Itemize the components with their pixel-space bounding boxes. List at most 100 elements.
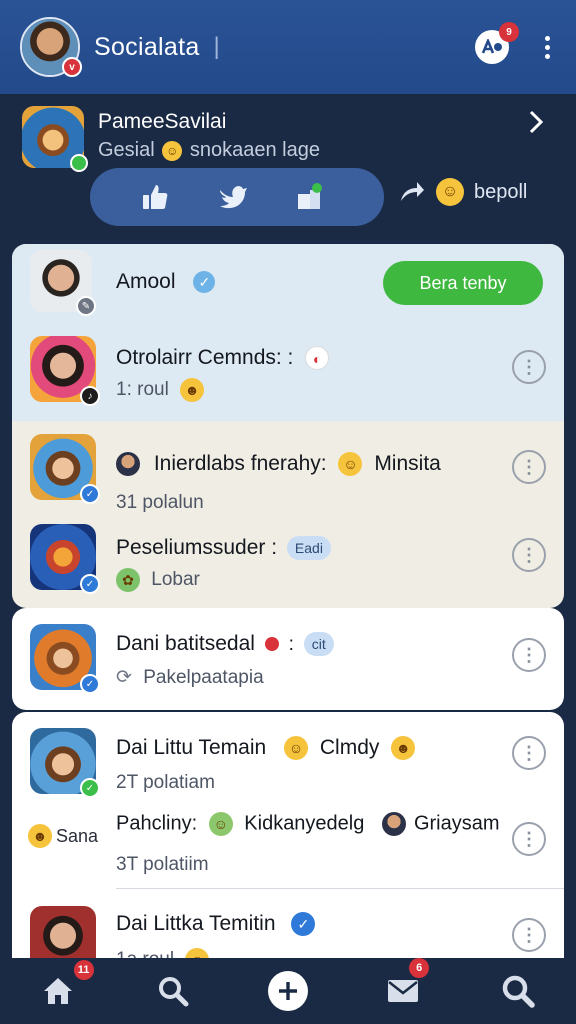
item-title-text: Dai Littu Temain [116, 736, 267, 759]
item-subtitle: 3T polatiim [116, 854, 209, 875]
item-title-text-b: Kidkanyedelg [244, 812, 365, 835]
item-title: Dai Littka Temitin ✓ [116, 912, 321, 937]
smile-emoji-icon: ☺ [284, 736, 309, 761]
more-options-icon[interactable] [539, 32, 556, 63]
user-avatar[interactable]: ✓ [30, 624, 100, 694]
item-subtitle: ⟳ Pakelpaatapia [116, 666, 264, 689]
bottom-navigation: 11 6 [0, 958, 576, 1024]
item-title: Dani batitsedal : cit [116, 632, 334, 657]
nav-home[interactable]: 11 [28, 960, 94, 1016]
profile-avatar[interactable]: v [20, 17, 82, 77]
smile-emoji-icon: ☺ [162, 140, 183, 161]
card-header-name: Amool ✓ [116, 270, 221, 294]
item-subtitle: 31 polalun [116, 492, 204, 513]
search-icon [157, 975, 189, 1007]
more-options-button[interactable]: ⋮ [512, 538, 546, 572]
user-avatar[interactable]: ✓ [30, 434, 100, 504]
reaction-extra-label: bepoll [474, 180, 528, 203]
top-app-bar: v Socialata | 9 [0, 0, 576, 94]
tag-chip[interactable]: Eadi [286, 536, 331, 561]
search-icon [501, 974, 536, 1008]
item-subtitle: 2T polatiam [116, 772, 215, 793]
more-options-button[interactable]: ⋮ [512, 736, 546, 770]
item-title: Pahcliny: ☺ Kidkanyedelg Griaysam [116, 812, 500, 836]
user-avatar[interactable] [30, 906, 96, 962]
record-icon: ◐ [305, 346, 330, 371]
list-item[interactable]: ♪ Otrolairr Cemnds: : ◐ 1: roul ☻ ⋮ [12, 332, 564, 418]
mini-avatar [116, 452, 140, 477]
more-options-button[interactable]: ⋮ [512, 350, 546, 384]
featured-subtitle-a: Gesial [98, 139, 155, 161]
item-sub-text: Lobar [151, 569, 200, 591]
item-subtitle: 1: roul ☻ [116, 378, 210, 402]
title-caret: | [213, 33, 220, 60]
user-avatar[interactable]: ✓ [30, 728, 100, 798]
nav-search[interactable] [143, 966, 203, 1016]
more-options-button[interactable]: ⋮ [512, 822, 546, 856]
red-dot-icon [264, 637, 279, 652]
list-item[interactable]: ✓ Dani batitsedal : cit ⟳ Pakelpaatapia … [12, 608, 564, 710]
add-icon [267, 971, 308, 1011]
thumbs-up-icon[interactable] [140, 182, 180, 212]
wink-emoji-icon: ☻ [391, 736, 416, 761]
verified-badge-icon: ✓ [80, 574, 100, 594]
featured-name: PameeSavilai [98, 110, 227, 133]
laughing-emoji-icon: ☻ [180, 378, 205, 402]
app-title: Socialata [94, 32, 200, 61]
header-name-text: Amool [116, 270, 176, 293]
home-icon [42, 976, 74, 1006]
more-options-button[interactable]: ⋮ [512, 918, 546, 952]
list-item[interactable]: ☻ Sana Pahcliny: ☺ Kidkanyedelg Griaysam… [12, 802, 564, 888]
user-avatar[interactable]: ♪ [30, 336, 100, 406]
side-label: ☻ Sana [28, 824, 98, 848]
messages-badge: 6 [409, 958, 430, 978]
featured-game-avatar[interactable] [22, 106, 88, 172]
mail-icon [386, 978, 420, 1004]
item-title-text-b: Clmdy [319, 736, 380, 759]
laughing-emoji-icon: ☻ [28, 824, 52, 848]
verified-icon: ✓ [193, 271, 216, 294]
nav-messages[interactable]: 6 [373, 958, 433, 1016]
nav-explore[interactable] [488, 966, 548, 1016]
divider [116, 888, 564, 889]
edit-badge-icon: ✎ [76, 296, 96, 316]
list-item[interactable]: ✓ Inierdlabs fnerahy: ☺ Minsita 31 polal… [12, 432, 564, 518]
music-badge-icon: ♪ [80, 386, 100, 406]
grin-emoji-icon: ☺ [208, 812, 233, 836]
nav-create[interactable] [258, 966, 318, 1016]
item-title: Peseliumssuder : Eadi [116, 536, 331, 561]
item-title: Dai Littu Temain ☺ Clmdy ☻ [116, 736, 421, 761]
item-title-text: Otrolairr Cemnds: : [116, 346, 294, 369]
list-item[interactable]: ✓ Peseliumssuder : Eadi ✿ Lobar ⋮ [12, 520, 564, 606]
more-options-button[interactable]: ⋮ [512, 638, 546, 672]
feed-card-secondary: ✓ Dani batitsedal : cit ⟳ Pakelpaatapia … [12, 608, 564, 710]
notification-count-badge: 9 [499, 22, 519, 42]
item-title-text: Dani batitsedal [116, 632, 255, 655]
smile-emoji-icon: ☺ [436, 178, 464, 206]
side-label-text: Sana [56, 825, 99, 846]
item-title-text: Dai Littka Temitin [116, 912, 276, 935]
feed-card-primary: ✎ Amool ✓ Bera tenby ♪ Otrolairr Cemnds:… [12, 244, 564, 608]
chevron-right-icon[interactable] [526, 108, 546, 136]
item-title: Inierdlabs fnerahy: ☺ Minsita [116, 452, 441, 477]
user-avatar[interactable]: ✓ [30, 524, 100, 594]
online-status-dot [70, 154, 88, 172]
item-title-text: Inierdlabs fnerahy: [153, 452, 327, 475]
user-avatar[interactable]: ✎ [30, 250, 96, 316]
more-options-button[interactable]: ⋮ [512, 450, 546, 484]
notifications-button[interactable]: 9 [475, 22, 519, 64]
smile-emoji-icon: ☺ [338, 452, 363, 477]
reaction-extra[interactable]: ☺ bepoll [398, 178, 527, 206]
share-app-icon[interactable] [294, 182, 334, 212]
verified-badge-icon: ✓ [80, 674, 100, 694]
list-item[interactable]: Dai Littka Temitin ✓ 1a roul ☺ ⋮ [12, 898, 564, 962]
list-item[interactable]: ✓ Dai Littu Temain ☺ Clmdy ☻ 2T polatiam… [12, 712, 564, 802]
tag-chip[interactable]: cit [303, 632, 334, 657]
app-badge-icon [481, 39, 503, 55]
bird-icon[interactable] [217, 182, 257, 212]
card-header: ✎ Amool ✓ Bera tenby [12, 244, 564, 322]
follow-button[interactable]: Bera tenby [383, 261, 543, 305]
verified-icon: ✓ [291, 912, 316, 937]
featured-subtitle-b: snokaaen lage [189, 139, 320, 161]
avatar-badge: v [62, 57, 82, 77]
